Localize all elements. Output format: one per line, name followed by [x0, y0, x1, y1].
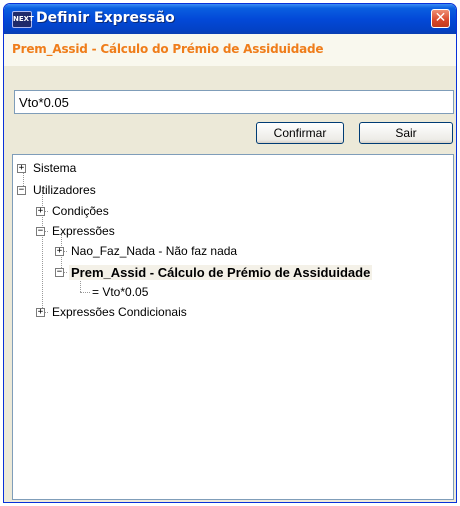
- confirm-button[interactable]: Confirmar: [256, 122, 344, 144]
- expression-input[interactable]: [14, 90, 454, 114]
- collapse-icon[interactable]: −: [17, 185, 26, 195]
- title-bar[interactable]: NEXT Definir Expressão ✕: [4, 4, 456, 34]
- tree-node-expressoes[interactable]: − Expressões: [36, 223, 117, 239]
- tree-node-expression-value[interactable]: = Vto*0.05: [90, 284, 150, 300]
- expression-dialog: NEXT Definir Expressão ✕ Prem_Assid - Cá…: [3, 3, 457, 503]
- confirm-label: Confirmar: [273, 126, 327, 140]
- expression-subtitle: Prem_Assid - Cálculo do Prémio de Assidu…: [12, 42, 324, 56]
- tree-node-label: Prem_Assid - Cálculo de Prémio de Assidu…: [69, 264, 373, 280]
- exit-label: Sair: [395, 126, 417, 140]
- tree-node-condicoes[interactable]: + Condições: [36, 203, 111, 219]
- tree-node-label: Sistema: [33, 161, 77, 175]
- close-button[interactable]: ✕: [431, 9, 450, 28]
- collapse-icon[interactable]: −: [55, 267, 64, 277]
- tree-connector: [80, 292, 90, 293]
- tree-node-label: Utilizadores: [33, 183, 96, 197]
- tree-node-label: Nao_Faz_Nada - Não faz nada: [71, 244, 238, 258]
- collapse-icon[interactable]: −: [36, 226, 45, 236]
- tree-node-utilizadores[interactable]: − Utilizadores: [17, 182, 98, 198]
- tree-node-label: = Vto*0.05: [92, 285, 149, 299]
- tree-node-expressoes-condicionais[interactable]: + Expressões Condicionais: [36, 304, 189, 320]
- tree-node-nao-faz-nada[interactable]: + Nao_Faz_Nada - Não faz nada: [55, 243, 239, 259]
- exit-button[interactable]: Sair: [359, 122, 453, 144]
- tree-node-label: Condições: [52, 204, 109, 218]
- expand-icon[interactable]: +: [36, 307, 45, 317]
- expand-icon[interactable]: +: [55, 246, 64, 256]
- tree-node-prem-assid[interactable]: − Prem_Assid - Cálculo de Prémio de Assi…: [55, 264, 373, 280]
- window-title: Definir Expressão: [36, 10, 175, 26]
- tree-node-label: Expressões: [52, 224, 115, 238]
- expand-icon[interactable]: +: [36, 206, 45, 216]
- close-icon: ✕: [434, 10, 447, 26]
- tree-node-label: Expressões Condicionais: [52, 305, 187, 319]
- expression-tree[interactable]: + Sistema − Utilizadores + Condições − E…: [12, 154, 454, 500]
- expand-icon[interactable]: +: [17, 163, 26, 173]
- app-icon: NEXT: [12, 11, 34, 28]
- tree-node-sistema[interactable]: + Sistema: [17, 160, 78, 176]
